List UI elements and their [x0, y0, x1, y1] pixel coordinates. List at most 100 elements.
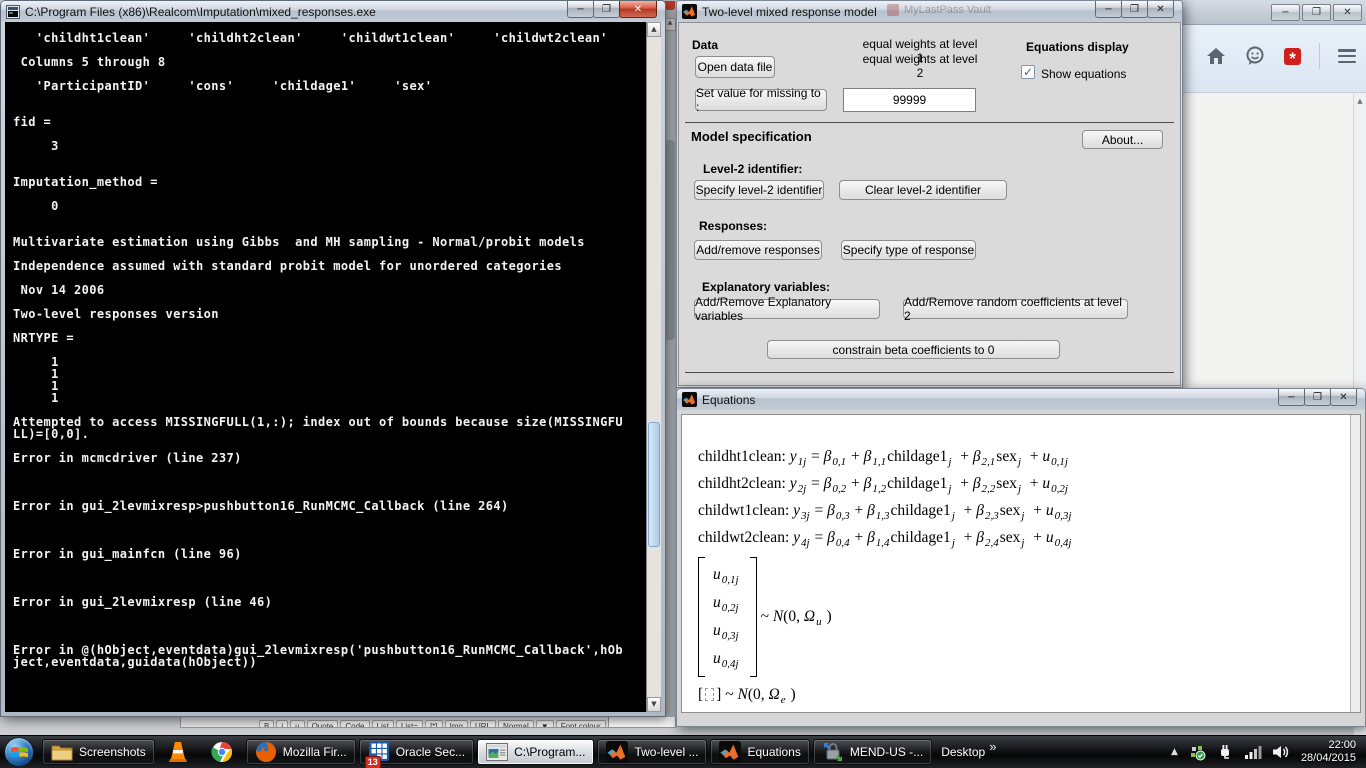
bracket-left	[698, 557, 705, 677]
matrix-entries: u0,1ju0,2ju0,3ju0,4j	[705, 557, 750, 677]
specify-level2-button[interactable]: Specify level-2 identifier	[694, 180, 824, 200]
editor-buttons[interactable]: BiuQuoteCodeListList=[*]ImgURLNormal▼Fon…	[259, 716, 608, 728]
system-tray: ▲	[1171, 739, 1366, 765]
taskbar-item-screenshots[interactable]: Screenshots	[42, 739, 155, 765]
equations-close-button[interactable]: ✕	[1330, 389, 1357, 406]
bottom-divider	[685, 372, 1174, 373]
network-signal-icon[interactable]	[1244, 744, 1262, 760]
browser-restore-button[interactable]: ❐	[1302, 4, 1331, 21]
equations-client: childht1clean: y1j = β0,1 + β1,1childage…	[681, 414, 1361, 713]
toolbar-separator	[1319, 43, 1320, 69]
checkmark-icon: ✓	[1023, 67, 1033, 77]
taskbar-item-firefox[interactable]: Mozilla Fir...	[246, 739, 356, 765]
constrain-beta-button[interactable]: constrain beta coefficients to 0	[767, 340, 1060, 359]
equations-scrollbar[interactable]	[1350, 415, 1360, 712]
equation-row: childht2clean: y2j = β0,2 + β1,2childage…	[698, 470, 1340, 497]
add-remove-explanatory-button[interactable]: Add/Remove Explanatory variables	[694, 299, 880, 319]
console-scroll-thumb[interactable]	[648, 422, 660, 547]
model-titlebar[interactable]: Two-level mixed response model MyLastPas…	[677, 1, 1182, 22]
taskbar-desktop-toolbar[interactable]: Desktop »	[935, 739, 1002, 765]
oracle-icon: 13	[368, 740, 390, 765]
clock-time: 22:00	[1301, 739, 1356, 752]
taskbar-item-two-level[interactable]: Two-level ...	[597, 739, 707, 765]
explanatory-label: Explanatory variables:	[702, 280, 830, 294]
menu-hamburger-icon[interactable]	[1338, 49, 1356, 63]
equations-area: childht1clean: y1j = β0,1 + β1,1childage…	[698, 443, 1340, 708]
chat-smiley-icon[interactable]	[1244, 46, 1266, 66]
show-hidden-icons[interactable]: ▲	[1171, 747, 1178, 757]
taskbar-item-vlc[interactable]	[158, 739, 198, 765]
residual-distribution: [] ~ N(0, Ωe )	[698, 681, 1340, 708]
responses-label: Responses:	[699, 219, 767, 233]
model-close-button[interactable]: ✕	[1147, 1, 1174, 18]
power-plug-icon[interactable]	[1216, 743, 1234, 761]
program-window-icon	[486, 743, 508, 761]
weights-level2-text: equal weights at level 2	[860, 52, 980, 80]
equation-row: childwt1clean: y3j = β0,3 + β1,3childage…	[698, 497, 1340, 524]
model-restore-button[interactable]: ❐	[1121, 1, 1148, 18]
lastpass-icon[interactable]: *	[1284, 48, 1301, 65]
level2-identifier-label: Level-2 identifier:	[703, 162, 802, 176]
clock-date: 28/04/2015	[1301, 752, 1356, 765]
equations-window: Equations − ❐ ✕ childht1clean: y1j = β0,…	[676, 388, 1366, 727]
model-window: Two-level mixed response model MyLastPas…	[676, 0, 1183, 388]
matlab-icon	[682, 4, 697, 19]
matrix-distribution: ~ N(0, Ωu )	[761, 608, 832, 626]
console-output: 'childht1clean' 'childht2clean' 'childwt…	[13, 32, 637, 668]
browser-minimize-button[interactable]: −	[1271, 4, 1300, 21]
matlab-icon	[682, 392, 697, 407]
padlock-transfer-icon	[822, 741, 844, 763]
browser-close-button[interactable]: ✕	[1333, 4, 1362, 21]
home-icon[interactable]	[1206, 47, 1226, 65]
windows-logo-icon	[11, 745, 28, 760]
taskbar-item-equations[interactable]: Equations	[710, 739, 809, 765]
console-window: C:\Program Files (x86)\Realcom\Imputatio…	[0, 0, 666, 717]
scroll-up-icon[interactable]: ▲	[647, 22, 661, 37]
about-button[interactable]: About...	[1082, 130, 1163, 149]
sync-status-icon[interactable]	[1188, 743, 1206, 761]
specify-type-button[interactable]: Specify type of response	[841, 240, 976, 260]
random-effects-matrix: u0,1ju0,2ju0,3ju0,4j ~ N(0, Ωu )	[698, 557, 1340, 677]
folder-icon	[51, 743, 73, 761]
equations-minimize-button[interactable]: −	[1278, 389, 1305, 406]
open-data-file-button[interactable]: Open data file	[695, 56, 775, 78]
console-scrollbar[interactable]: ▲ ▼	[646, 22, 661, 712]
vlc-icon	[168, 741, 188, 763]
model-spec-header: Model specification	[691, 129, 812, 144]
clock[interactable]: 22:00 28/04/2015	[1301, 739, 1356, 765]
browser-window-controls: −❐✕	[1269, 2, 1362, 21]
equations-restore-button[interactable]: ❐	[1304, 389, 1331, 406]
background-red-button	[665, 1, 675, 10]
taskbar-item-oracle[interactable]: 13 Oracle Sec...	[359, 739, 474, 765]
model-minimize-button[interactable]: −	[1095, 1, 1122, 18]
model-title: Two-level mixed response model	[702, 5, 877, 19]
console-minimize-button[interactable]: −	[567, 1, 594, 18]
show-equations-checkbox[interactable]: ✓	[1021, 65, 1035, 79]
show-equations-label: Show equations	[1041, 67, 1126, 81]
matlab-icon	[606, 741, 628, 763]
scroll-down-icon[interactable]: ▼	[647, 697, 661, 712]
equation-row: childht1clean: y1j = β0,1 + β1,1childage…	[698, 443, 1340, 470]
taskbar-item-console[interactable]: C:\Program...	[477, 739, 594, 765]
add-remove-responses-button[interactable]: Add/remove responses	[694, 240, 822, 260]
chrome-icon	[211, 741, 233, 763]
volume-icon[interactable]	[1272, 744, 1291, 760]
start-button[interactable]	[4, 737, 34, 767]
ghost-icon	[887, 4, 899, 16]
section-divider	[685, 122, 1174, 123]
model-body: Data Open data file equal weights at lev…	[678, 22, 1181, 386]
console-title: C:\Program Files (x86)\Realcom\Imputatio…	[25, 5, 376, 19]
equations-title: Equations	[702, 393, 755, 407]
editor-input[interactable]	[608, 716, 676, 728]
set-missing-value-button[interactable]: Set value for missing to :	[695, 89, 827, 111]
equations-titlebar[interactable]: Equations − ❐ ✕	[677, 389, 1365, 410]
missing-value-field[interactable]: 99999	[843, 88, 976, 112]
taskbar-item-chrome[interactable]	[201, 739, 243, 765]
console-restore-button[interactable]: ❐	[593, 1, 620, 18]
taskbar-item-mendus[interactable]: MEND-US -...	[813, 739, 932, 765]
console-titlebar[interactable]: C:\Program Files (x86)\Realcom\Imputatio…	[1, 1, 665, 22]
firefox-icon	[255, 741, 277, 763]
add-remove-random-button[interactable]: Add/Remove random coefficients at level …	[903, 299, 1128, 319]
console-close-button[interactable]: ✕	[619, 1, 657, 18]
clear-level2-button[interactable]: Clear level-2 identifier	[839, 180, 1007, 200]
